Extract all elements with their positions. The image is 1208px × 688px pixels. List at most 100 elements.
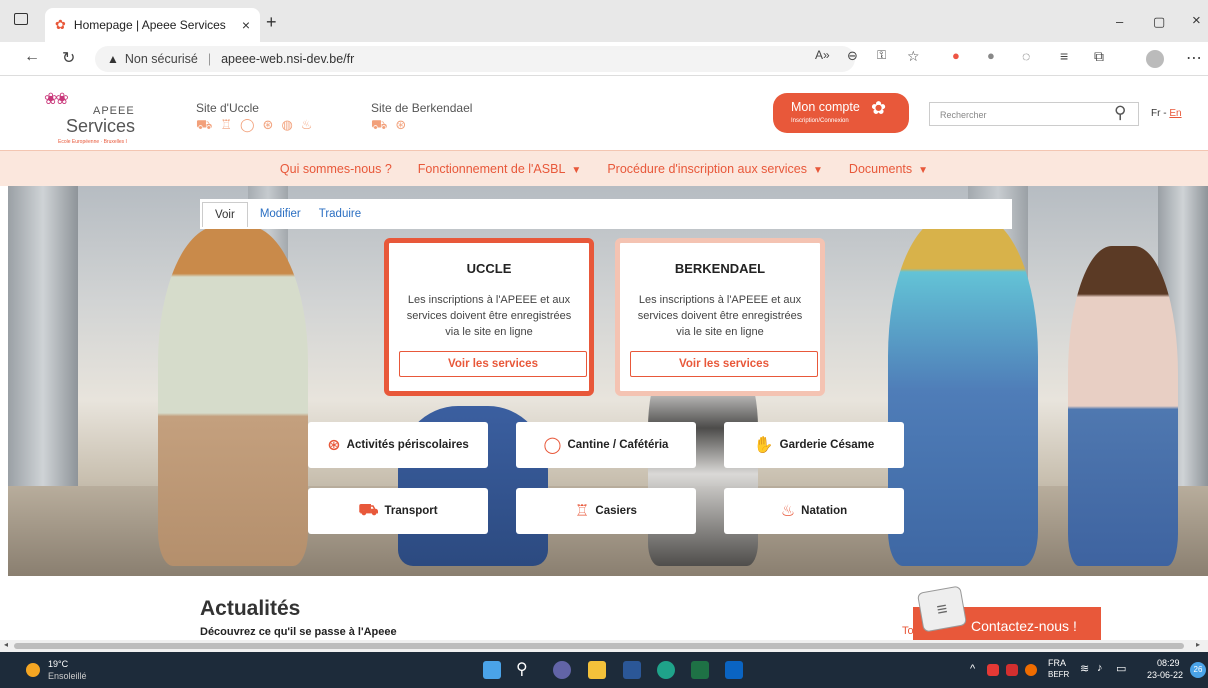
- logo-services: Services: [66, 116, 136, 136]
- lang-separator: -: [1160, 108, 1170, 119]
- site-logo[interactable]: ❀❀ APEEE Services Ecole Européenne · Bru…: [40, 85, 150, 147]
- volume-icon[interactable]: ♪: [1097, 662, 1103, 674]
- dropdown-arrow-icon: ▼: [571, 164, 582, 176]
- menu-item-fonctionnement[interactable]: Fonctionnement de l'ASBL ▼: [418, 162, 582, 176]
- tab-close-icon[interactable]: ×: [242, 17, 250, 33]
- site-berkendael-link[interactable]: Site de Berkendael: [371, 101, 472, 115]
- search-input[interactable]: Rechercher: [929, 102, 1139, 126]
- word-icon[interactable]: [623, 661, 641, 679]
- collections-icon[interactable]: ⧉: [1094, 48, 1104, 65]
- news-subtitle: Découvrez ce qu'il se passe à l'Apeee: [200, 626, 397, 638]
- extension-2-icon[interactable]: ●: [987, 48, 995, 63]
- security-label: Non sécurisé: [124, 52, 198, 66]
- card-uccle: UCCLE Les inscriptions à l'APEEE et aux …: [384, 238, 594, 396]
- language-code[interactable]: FRA: [1048, 658, 1066, 668]
- back-icon[interactable]: ←: [24, 48, 40, 66]
- tab-voir[interactable]: Voir: [202, 201, 248, 227]
- berkendael-service-icons: ⛟⊛: [371, 117, 415, 132]
- hero-child: [1068, 246, 1178, 566]
- favorites-list-icon[interactable]: ≡: [1060, 48, 1068, 64]
- address-bar: ← ↻ ▲ Non sécurisé | apeee-web.nsi-dev.b…: [0, 42, 1208, 76]
- menu-item-procedure[interactable]: Procédure d'inscription aux services ▼: [607, 162, 823, 176]
- close-window-icon[interactable]: ×: [1192, 12, 1201, 29]
- file-explorer-icon[interactable]: [588, 661, 606, 679]
- weather-temp: 19°C: [48, 659, 69, 669]
- weather-sun-icon[interactable]: [26, 663, 40, 677]
- account-label: Mon compte: [791, 100, 860, 114]
- service-garderie[interactable]: ✋ Garderie Césame: [724, 422, 904, 468]
- logo-tagline: Ecole Européenne · Bruxelles I: [58, 139, 127, 145]
- teams-icon[interactable]: [553, 661, 571, 679]
- scroll-right-icon[interactable]: ▸: [1196, 640, 1200, 649]
- uccle-service-icons: ⛟♖◯⊛◍♨: [196, 117, 321, 132]
- account-sub: Inscription/Connexion: [791, 118, 849, 124]
- start-icon[interactable]: [483, 661, 501, 679]
- horizontal-scrollbar[interactable]: ◂ ▸: [0, 640, 1208, 652]
- warning-icon: ▲: [107, 52, 119, 66]
- profile-avatar[interactable]: [1146, 50, 1164, 68]
- service-label: Transport: [384, 505, 438, 517]
- news-more-link[interactable]: To: [902, 625, 914, 637]
- account-button[interactable]: Mon compte Inscription/Connexion ✿: [773, 93, 909, 133]
- hero-banner: Voir Modifier Traduire UCCLE Les inscrip…: [8, 186, 1208, 576]
- card-title: UCCLE: [466, 261, 512, 276]
- wifi-icon[interactable]: ≋: [1080, 662, 1089, 675]
- tray-app-2-icon[interactable]: [1006, 664, 1018, 676]
- service-label: Garderie Césame: [779, 439, 875, 451]
- url-field[interactable]: ▲ Non sécurisé | apeee-web.nsi-dev.be/fr: [95, 46, 855, 72]
- site-uccle-link[interactable]: Site d'Uccle: [196, 101, 259, 115]
- minimize-icon[interactable]: –: [1116, 14, 1123, 29]
- password-icon[interactable]: ⚿: [877, 48, 886, 63]
- weather-label: Ensoleillé: [48, 671, 87, 681]
- search-taskbar-icon[interactable]: ⚲: [516, 659, 528, 679]
- menu-item-qui-sommes-nous[interactable]: Qui sommes-nous ?: [280, 162, 392, 176]
- outlook-icon[interactable]: [725, 661, 743, 679]
- service-label: Cantine / Cafétéria: [567, 439, 669, 451]
- tray-chevron-icon[interactable]: ^: [970, 663, 975, 675]
- scroll-thumb[interactable]: [14, 643, 1184, 649]
- tree-icon: ✿: [871, 98, 887, 118]
- clock-time[interactable]: 08:29: [1157, 658, 1180, 668]
- tab-actions-icon[interactable]: [14, 13, 28, 25]
- scroll-left-icon[interactable]: ◂: [4, 640, 8, 649]
- extension-icon[interactable]: ●: [952, 48, 960, 63]
- battery-icon[interactable]: ▭: [1116, 662, 1126, 675]
- bus-icon: ⛟: [358, 502, 379, 519]
- lock-icon: ♖: [575, 503, 590, 520]
- reload-icon[interactable]: ↻: [62, 48, 75, 68]
- search-icon[interactable]: ⚲: [1114, 103, 1126, 123]
- more-icon[interactable]: ⋯: [1186, 48, 1202, 68]
- new-tab-icon[interactable]: +: [266, 12, 277, 33]
- read-aloud-icon[interactable]: A»: [815, 48, 830, 62]
- menu-label: Documents: [848, 161, 913, 176]
- tab-traduire[interactable]: Traduire: [313, 202, 367, 226]
- voir-services-berkendael-button[interactable]: Voir les services: [630, 351, 818, 377]
- browser-tab-bar: ✿ Homepage | Apeee Services × + – ▢ ×: [0, 0, 1208, 42]
- notification-badge[interactable]: 26: [1190, 662, 1206, 678]
- browser-tab[interactable]: ✿ Homepage | Apeee Services ×: [45, 8, 260, 42]
- tray-app-3-icon[interactable]: [1025, 664, 1037, 676]
- service-casiers[interactable]: ♖ Casiers: [516, 488, 696, 534]
- favorite-icon[interactable]: ☆: [907, 48, 920, 65]
- extension-3-icon[interactable]: ◌: [1022, 48, 1030, 64]
- service-transport[interactable]: ⛟ Transport: [308, 488, 488, 534]
- excel-icon[interactable]: [691, 661, 709, 679]
- lang-en[interactable]: En: [1169, 108, 1181, 119]
- main-menu: Qui sommes-nous ? Fonctionnement de l'AS…: [0, 150, 1208, 186]
- dropdown-arrow-icon: ▼: [813, 164, 823, 176]
- service-cantine[interactable]: ◯ Cantine / Cafétéria: [516, 422, 696, 468]
- search-placeholder: Rechercher: [940, 110, 987, 120]
- menu-label: Qui sommes-nous ?: [279, 161, 392, 176]
- tray-app-icon[interactable]: [987, 664, 999, 676]
- voir-services-uccle-button[interactable]: Voir les services: [399, 351, 587, 377]
- maximize-icon[interactable]: ▢: [1153, 14, 1165, 30]
- service-activites-periscolaires[interactable]: ⊛ Activités périscolaires: [308, 422, 488, 468]
- service-natation[interactable]: ♨ Natation: [724, 488, 904, 534]
- service-label: Casiers: [595, 505, 637, 517]
- zoom-icon[interactable]: ⊖: [847, 48, 858, 64]
- menu-item-documents[interactable]: Documents ▼: [849, 162, 928, 176]
- swimmer-icon: ♨: [780, 503, 796, 520]
- tab-modifier[interactable]: Modifier: [248, 202, 313, 226]
- web-page: ❀❀ APEEE Services Ecole Européenne · Bru…: [0, 77, 1208, 652]
- edge-icon[interactable]: [657, 661, 675, 679]
